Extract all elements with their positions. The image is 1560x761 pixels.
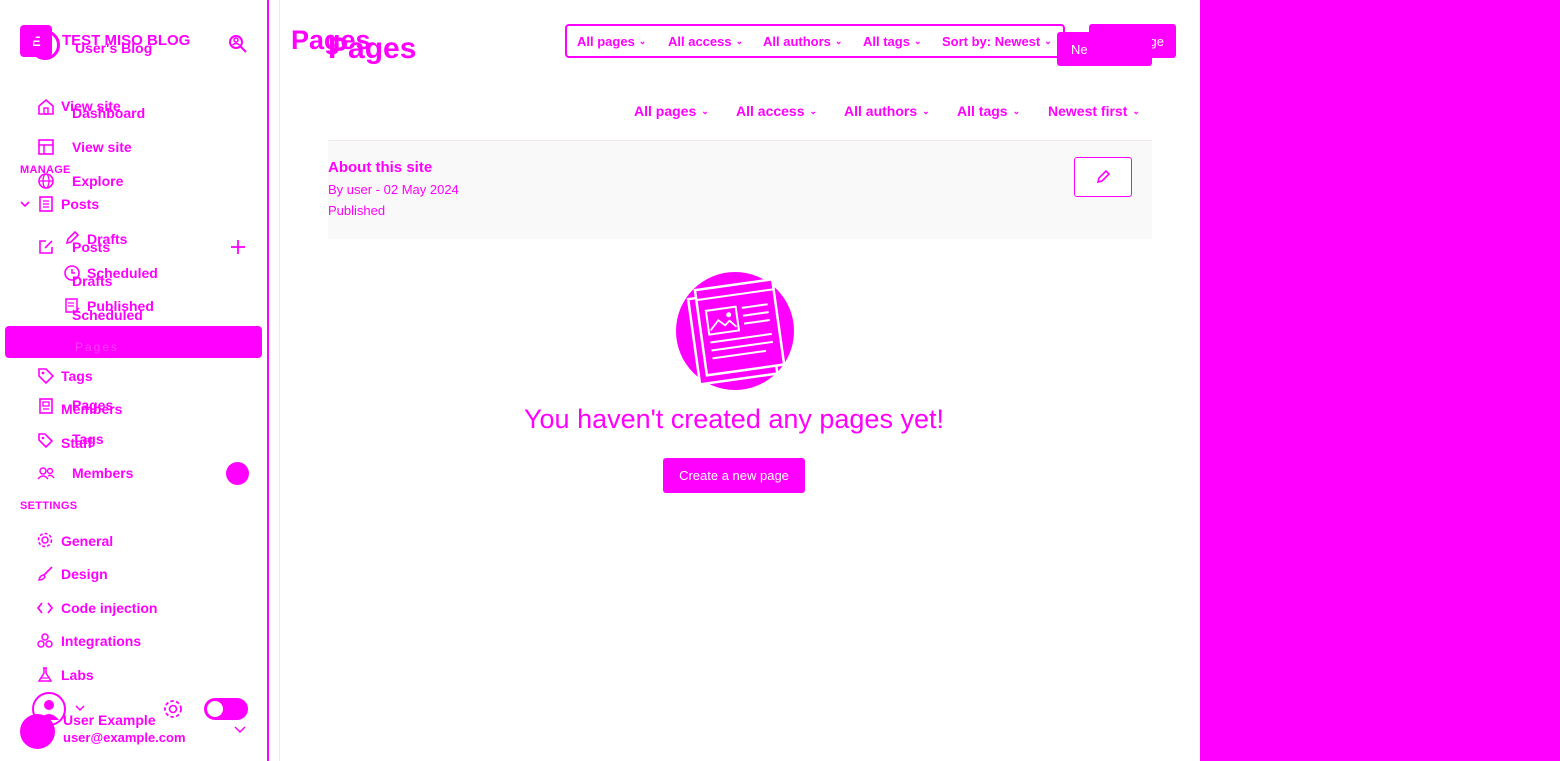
edit-page-button[interactable] <box>1074 157 1132 197</box>
search-icon[interactable] <box>227 33 249 57</box>
chevron-down-icon: ⌄ <box>735 36 744 46</box>
posts-icon <box>37 195 55 213</box>
avatar[interactable] <box>20 714 55 749</box>
content-divider <box>279 0 280 761</box>
create-new-page-button[interactable]: Create a new page <box>663 458 805 493</box>
filter-all-tags[interactable]: All tags ⌄ <box>863 34 922 49</box>
pencil-icon <box>1096 169 1111 184</box>
add-post-icon[interactable] <box>229 238 247 256</box>
theme-toggle[interactable] <box>204 698 248 720</box>
filter-label: All tags <box>957 103 1008 119</box>
filter-label: All pages <box>634 103 697 119</box>
filter-label: All authors <box>844 103 918 119</box>
page-item-title[interactable]: About this site <box>328 159 432 176</box>
edit-icon <box>37 238 55 256</box>
chevron-down-icon: ⌄ <box>809 105 818 116</box>
page-list-item[interactable]: About this site By user - 02 May 2024 Pu… <box>328 141 1152 239</box>
site-logo-ring <box>30 30 60 60</box>
filter2-sort[interactable]: Newest first ⌄ <box>1048 103 1140 119</box>
layout-icon <box>37 138 55 156</box>
brush-icon <box>36 565 54 583</box>
filter-label: All pages <box>577 34 635 49</box>
filter-label: All tags <box>863 34 910 49</box>
filter-label: All access <box>736 103 805 119</box>
right-panel <box>1200 0 1560 761</box>
filter2-all-access[interactable]: All access ⌄ <box>736 103 817 119</box>
filter-all-pages[interactable]: All pages ⌄ <box>577 34 646 49</box>
user-email: user@example.com <box>63 730 186 745</box>
nav-general[interactable]: General <box>61 533 113 549</box>
filter2-all-authors[interactable]: All authors ⌄ <box>844 103 930 119</box>
members-badge <box>226 462 249 485</box>
chevron-down-icon: ⌄ <box>913 36 922 46</box>
settings-gear-icon[interactable] <box>162 698 184 720</box>
site-subtitle: User's Blog <box>75 40 153 56</box>
sidebar: E TEST MISO BLOG User's Blog View site D… <box>0 0 269 761</box>
nav-posts-secondary[interactable]: Posts <box>72 239 110 255</box>
page-item-meta: By user - 02 May 2024 <box>328 182 459 197</box>
gear-icon <box>36 531 54 549</box>
code-icon <box>36 599 54 617</box>
pages-icon <box>37 397 55 415</box>
nav-members-secondary[interactable]: Members <box>72 465 133 481</box>
new-page-partial: Ne <box>1071 41 1088 57</box>
nav-posts[interactable]: Posts <box>61 196 99 212</box>
nav-code-injection[interactable]: Code injection <box>61 600 157 616</box>
nav-active-item[interactable]: Pages <box>5 326 262 358</box>
chevron-down-icon: ⌄ <box>922 105 930 116</box>
empty-state-illustration <box>675 271 795 391</box>
filter-all-access[interactable]: All access ⌄ <box>668 34 743 49</box>
flask-icon <box>36 666 54 684</box>
home-icon <box>37 98 55 116</box>
nav-dashboard[interactable]: Dashboard <box>72 105 145 121</box>
filter-bar: All pages ⌄ All access ⌄ All authors ⌄ All … <box>565 24 1065 58</box>
nav-pages[interactable]: Pages <box>72 397 113 413</box>
chevron-down-icon: ⌄ <box>834 36 843 46</box>
filter2-all-pages[interactable]: All pages ⌄ <box>634 103 709 119</box>
integrations-icon <box>36 632 54 650</box>
chevron-down-icon: ⌄ <box>1044 36 1052 46</box>
chevron-down-icon[interactable] <box>233 725 247 735</box>
filter-sort[interactable]: Sort by: Newest ⌄ <box>942 34 1052 49</box>
chevron-down-icon: ⌄ <box>701 105 709 116</box>
create-new-page-label: Create a new page <box>679 468 789 483</box>
filter2-all-tags[interactable]: All tags ⌄ <box>957 103 1020 119</box>
filter-label: All access <box>668 34 732 49</box>
filter-label: Sort by: Newest <box>942 34 1041 49</box>
toggle-knob <box>207 701 223 717</box>
staff-icon <box>37 432 55 450</box>
nav-drafts-secondary[interactable]: Drafts <box>72 273 112 289</box>
nav-view-site-2[interactable]: View site <box>72 139 132 155</box>
nav-explore[interactable]: Explore <box>72 173 123 189</box>
nav-labs[interactable]: Labs <box>61 667 94 683</box>
filter-label: Newest first <box>1048 103 1128 119</box>
nav-scheduled-secondary[interactable]: Scheduled <box>72 307 143 323</box>
nav-active-label: Pages <box>75 340 120 354</box>
filter-label: All authors <box>763 34 831 49</box>
empty-state-message: You haven't created any pages yet! <box>524 404 944 434</box>
tag-icon <box>37 367 55 385</box>
globe-icon <box>37 172 55 190</box>
nav-design[interactable]: Design <box>61 566 108 582</box>
page-title: Pages <box>328 32 417 65</box>
user-name: User Example <box>63 712 156 728</box>
nav-tags-secondary[interactable]: Tags <box>72 431 104 447</box>
chevron-down-icon: ⌄ <box>638 36 647 46</box>
new-page-button-overlay[interactable]: Ne <box>1057 32 1152 66</box>
page-item-status: Published <box>328 203 386 218</box>
members-icon <box>37 464 55 482</box>
nav-tags[interactable]: Tags <box>61 368 93 384</box>
settings-heading: SETTINGS <box>20 500 78 512</box>
chevron-down-icon: ⌄ <box>1012 105 1021 116</box>
chevron-down-icon[interactable] <box>19 198 31 210</box>
nav-integrations[interactable]: Integrations <box>61 633 141 649</box>
chevron-down-icon: ⌄ <box>1132 105 1140 116</box>
filter-all-authors[interactable]: All authors ⌄ <box>763 34 842 49</box>
